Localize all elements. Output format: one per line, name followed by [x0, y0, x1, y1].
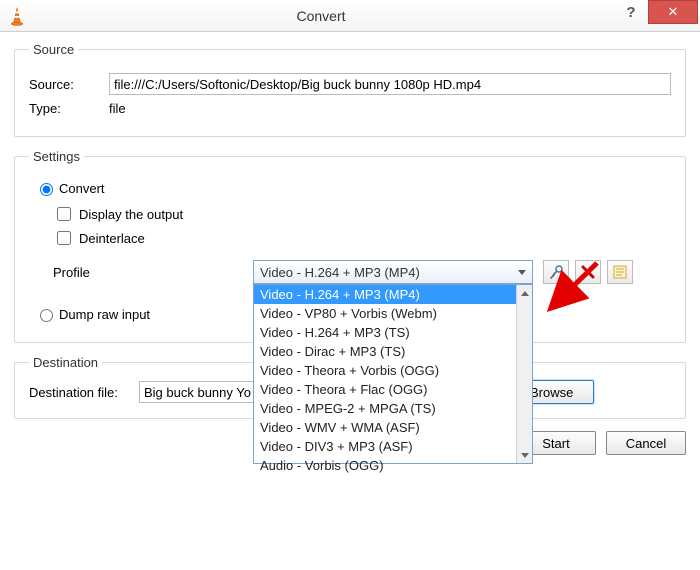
deinterlace-label: Deinterlace [79, 231, 145, 246]
convert-radio-label: Convert [59, 181, 105, 196]
display-output-checkbox[interactable] [57, 207, 71, 221]
profile-option[interactable]: Video - MPEG-2 + MPGA (TS) [254, 399, 532, 418]
close-x-icon [581, 265, 595, 279]
vlc-cone-icon [6, 5, 28, 27]
note-icon [612, 264, 628, 280]
dump-raw-radio[interactable] [40, 309, 53, 322]
window-title: Convert [28, 8, 614, 24]
profile-option[interactable]: Audio - Vorbis (OGG) [254, 456, 532, 475]
profile-label: Profile [53, 265, 253, 280]
source-label: Source: [29, 77, 109, 92]
profile-option[interactable]: Video - Theora + Flac (OGG) [254, 380, 532, 399]
deinterlace-checkbox[interactable] [57, 231, 71, 245]
dropdown-scrollbar[interactable] [516, 285, 532, 463]
scroll-up-icon[interactable] [517, 285, 532, 301]
wrench-screwdriver-icon [548, 264, 564, 280]
profile-option[interactable]: Video - VP80 + Vorbis (Webm) [254, 304, 532, 323]
settings-group: Settings Convert Display the output Dein… [14, 149, 686, 343]
profile-option[interactable]: Video - Dirac + MP3 (TS) [254, 342, 532, 361]
display-output-label: Display the output [79, 207, 183, 222]
profile-selected-text: Video - H.264 + MP3 (MP4) [260, 265, 420, 280]
source-group: Source Source: Type: file [14, 42, 686, 137]
delete-profile-button[interactable] [575, 260, 601, 284]
profile-option[interactable]: Video - DIV3 + MP3 (ASF) [254, 437, 532, 456]
dump-raw-label: Dump raw input [59, 307, 150, 322]
profile-option[interactable]: Video - H.264 + MP3 (MP4) [254, 285, 532, 304]
type-value: file [109, 101, 671, 116]
chevron-down-icon [518, 270, 526, 275]
profile-option[interactable]: Video - WMV + WMA (ASF) [254, 418, 532, 437]
type-label: Type: [29, 101, 109, 116]
source-legend: Source [29, 42, 78, 57]
close-button[interactable]: ✕ [648, 0, 698, 24]
profile-option[interactable]: Video - H.264 + MP3 (TS) [254, 323, 532, 342]
convert-radio[interactable] [40, 183, 53, 196]
profile-option[interactable]: Video - Theora + Vorbis (OGG) [254, 361, 532, 380]
destination-legend: Destination [29, 355, 102, 370]
cancel-button[interactable]: Cancel [606, 431, 686, 455]
new-profile-button[interactable] [607, 260, 633, 284]
scroll-down-icon[interactable] [517, 447, 532, 463]
help-button[interactable]: ? [614, 0, 648, 24]
edit-profile-button[interactable] [543, 260, 569, 284]
profile-dropdown[interactable]: Video - H.264 + MP3 (MP4) [253, 260, 533, 284]
titlebar: Convert ? ✕ [0, 0, 700, 32]
settings-legend: Settings [29, 149, 84, 164]
destination-label: Destination file: [29, 385, 139, 400]
source-input[interactable] [109, 73, 671, 95]
profile-dropdown-list: Video - H.264 + MP3 (MP4) Video - VP80 +… [253, 284, 533, 464]
